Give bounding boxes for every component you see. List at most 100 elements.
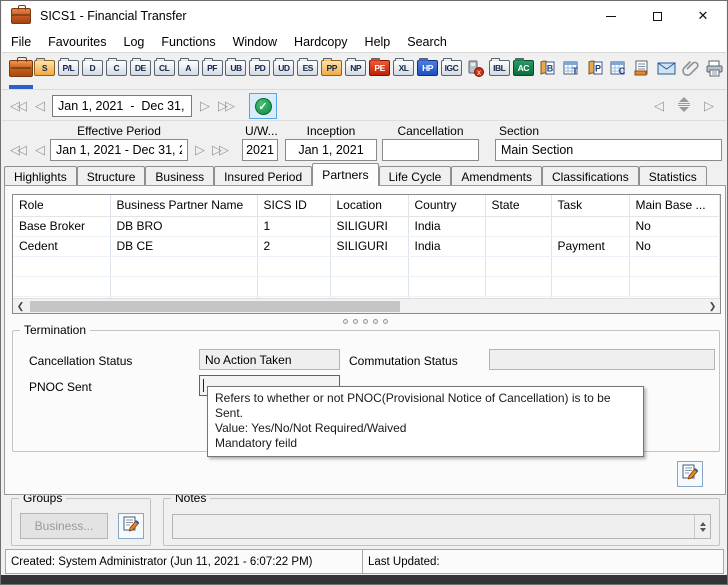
table-cell[interactable]: India [408,236,485,256]
column-header[interactable]: SICS ID [257,195,330,216]
table-c-icon[interactable]: C [608,57,631,85]
tab-highlights[interactable]: Highlights [4,166,77,186]
tab-business[interactable]: Business [145,166,214,186]
table-cell[interactable] [110,256,257,276]
tab-structure[interactable]: Structure [77,166,146,186]
table-cell[interactable] [257,256,330,276]
table-cell[interactable] [551,216,629,236]
pd-icon[interactable]: PD [248,57,271,85]
tab-insured-period[interactable]: Insured Period [214,166,312,186]
s-icon[interactable]: S [33,57,56,85]
table-cell[interactable]: No [629,216,720,236]
updown-splitter-icon[interactable] [678,97,690,112]
table-cell[interactable]: SILIGURI [330,216,408,236]
table-cell[interactable] [257,276,330,296]
column-header[interactable]: Location [330,195,408,216]
business-groups-button[interactable]: Business... [20,513,108,539]
table-cell[interactable]: DB CE [110,236,257,256]
table-row[interactable] [13,256,720,276]
splitter-handle[interactable] [5,317,725,325]
ac-icon[interactable]: AC [512,57,535,85]
table-cell[interactable]: 2 [257,236,330,256]
table-cell[interactable] [13,256,110,276]
table-cell[interactable]: DB BRO [110,216,257,236]
table-cell[interactable] [485,276,551,296]
tab-classifications[interactable]: Classifications [542,166,639,186]
menu-item[interactable]: Search [407,35,447,49]
close-button[interactable]: ✕ [680,1,726,31]
effective-prev-button[interactable]: ◁ [35,143,45,156]
table-cell[interactable] [330,256,408,276]
ud-icon[interactable]: UD [272,57,295,85]
table-cell[interactable] [110,276,257,296]
first-record-button[interactable]: ◁◁ [10,99,24,112]
table-row[interactable]: Base BrokerDB BRO1SILIGURIIndia No [13,216,720,236]
section-field[interactable] [495,139,722,161]
tab-life-cycle[interactable]: Life Cycle [379,166,452,186]
table-cell[interactable]: Payment [551,236,629,256]
groups-edit-button[interactable] [118,513,144,539]
table-cell[interactable]: Base Broker [13,216,110,236]
book-p-icon[interactable]: P [584,57,607,85]
table-cell[interactable]: India [408,216,485,236]
tab-partners[interactable]: Partners [312,163,378,186]
nav-right-button[interactable]: ▷ [704,99,714,112]
column-header[interactable]: Main Base ... [629,195,720,216]
menu-item[interactable]: Hardcopy [294,35,348,49]
ub-icon[interactable]: UB [225,57,248,85]
xl-icon[interactable]: XL [392,57,415,85]
tab-statistics[interactable]: Statistics [639,166,707,186]
next-record-button[interactable]: ▷ [200,99,210,112]
nav-left-button[interactable]: ◁ [654,99,664,112]
briefcase-icon[interactable] [9,57,32,85]
np-icon[interactable]: NP [344,57,367,85]
menu-item[interactable]: Functions [161,35,215,49]
pf-icon[interactable]: PF [201,57,224,85]
maximize-button[interactable] [634,1,680,31]
book-b-icon[interactable]: B [536,57,559,85]
last-record-button[interactable]: ▷▷ [218,99,232,112]
menu-item[interactable]: Log [124,35,145,49]
table-cell[interactable] [629,256,720,276]
de-icon[interactable]: DE [129,57,152,85]
es-icon[interactable]: ES [296,57,319,85]
minimize-button[interactable] [588,1,634,31]
pp-icon[interactable]: PP [320,57,343,85]
table-cell[interactable] [408,276,485,296]
confirm-button[interactable]: ✓ [249,93,277,119]
table-cell[interactable] [485,236,551,256]
table-cell[interactable] [408,256,485,276]
cancellation-status-field[interactable]: No Action Taken [199,349,340,370]
inception-field[interactable] [285,139,377,161]
scrollbar-thumb[interactable] [30,301,400,312]
notes-spinner[interactable] [694,515,710,538]
notes-field[interactable] [172,514,711,539]
tab-amendments[interactable]: Amendments [451,166,542,186]
horizontal-scrollbar[interactable]: ❮ ❯ [13,298,720,313]
menu-item[interactable]: Help [365,35,391,49]
edit-notes-button[interactable] [677,461,703,487]
menu-item[interactable]: Favourites [48,35,106,49]
uw-year-field[interactable] [242,139,278,161]
ibl-icon[interactable]: IBL [488,57,511,85]
commutation-status-field[interactable] [489,349,715,370]
cl-icon[interactable]: CL [153,57,176,85]
table-cell[interactable] [330,276,408,296]
table-cell[interactable] [629,276,720,296]
table-cell[interactable] [485,256,551,276]
effective-last-button[interactable]: ▷▷ [212,143,226,156]
table-cell[interactable]: SILIGURI [330,236,408,256]
hp-icon[interactable]: HP [416,57,439,85]
menu-item[interactable]: File [11,35,31,49]
effective-first-button[interactable]: ◁◁ [10,143,24,156]
table-row[interactable] [13,276,720,296]
igc-icon[interactable]: IGC [440,57,463,85]
scroll-left-icon[interactable]: ❮ [13,301,28,312]
period-range-field[interactable] [52,95,192,117]
cancellation-field[interactable] [382,139,479,161]
table-t-icon[interactable]: T [560,57,583,85]
pl-icon[interactable]: P/L [57,57,80,85]
table-cell[interactable] [485,216,551,236]
table-cell[interactable] [13,276,110,296]
table-cell[interactable]: 1 [257,216,330,236]
